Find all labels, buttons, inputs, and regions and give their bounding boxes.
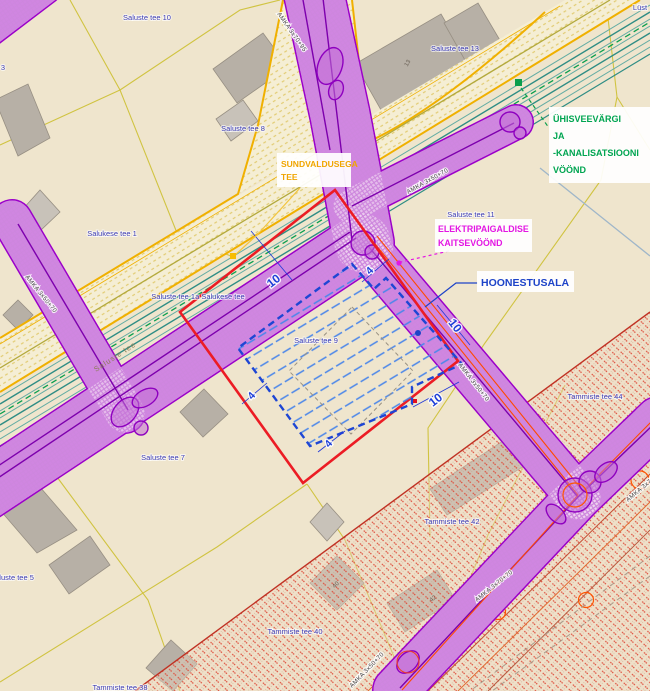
parcel-label: Saluste tee 7 <box>141 453 185 462</box>
parcel-label: Tammiste tee 42 <box>424 517 479 526</box>
plan-map-viewport: 10 4 10 10 4 4 Saluste tee AMKA 3x70+95 … <box>0 0 650 691</box>
parcel-label: Saluste tee 8 <box>221 124 265 133</box>
annotation-text: JA <box>553 131 565 141</box>
parcel-label: Saluste tee 10 <box>123 13 171 22</box>
water-point-marker <box>515 79 522 86</box>
parcel-label: Lüst <box>633 3 648 12</box>
road-point-marker <box>230 253 236 259</box>
parcel-label: Tammiste tee 44 <box>567 392 622 401</box>
building-area-marker <box>415 330 421 336</box>
annotation-text: ELEKTRIPAIGALDISE <box>438 224 529 234</box>
parcel-label: Tammiste tee 40 <box>267 627 322 636</box>
electric-point-marker <box>396 260 401 265</box>
parcel-label: Saluste tee 5 <box>0 573 34 582</box>
annotation-text: ÜHISVEEVÄRGI <box>553 114 621 124</box>
annotation-sundvaldusega-tee: SUNDVALDUSEGA TEE <box>277 153 358 187</box>
parcel-label: Saluste tee 11 <box>447 210 494 219</box>
annotation-water-sewer-zone: ÜHISVEEVÄRGI JA -KANALISATSIOONI VÖÖND <box>549 107 650 183</box>
annotation-text: -KANALISATSIOONI <box>553 148 639 158</box>
parcel-label: Saluste tee 13 <box>431 44 479 53</box>
annotation-hoonestusala: HOONESTUSALA <box>477 271 574 292</box>
parcel-label: 3 <box>1 63 5 72</box>
annotation-text: TEE <box>281 172 298 182</box>
annotation-text: KAITSEVÖÖND <box>438 238 503 248</box>
annotation-electric-zone: ELEKTRIPAIGALDISE KAITSEVÖÖND <box>435 219 532 252</box>
parcel-label: Saluste tee 1a Salukese tee <box>151 292 244 301</box>
parcel-label: Salukese tee 1 <box>87 229 137 238</box>
annotation-text: VÖÖND <box>553 165 587 175</box>
annotation-text: HOONESTUSALA <box>481 277 570 289</box>
parcel-label: Saluste tee 9 <box>294 336 338 345</box>
annotation-text: SUNDVALDUSEGA <box>281 159 358 169</box>
parcel-label: Tammiste tee 38 <box>92 683 147 691</box>
map-canvas[interactable]: 10 4 10 10 4 4 Saluste tee AMKA 3x70+95 … <box>0 0 650 691</box>
